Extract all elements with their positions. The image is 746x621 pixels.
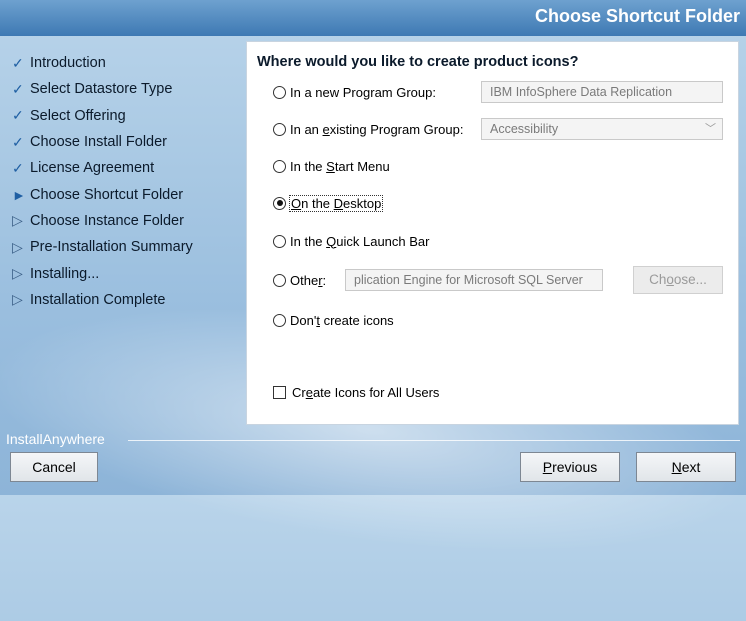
checkbox[interactable]: [273, 386, 286, 399]
radio-button[interactable]: [273, 313, 286, 327]
radio-button[interactable]: [273, 122, 286, 136]
next-button[interactable]: Next: [636, 452, 736, 482]
radio-button-selected[interactable]: [273, 196, 286, 210]
step-label: Choose Shortcut Folder: [30, 186, 184, 203]
check-icon: ✓: [12, 54, 24, 71]
radio-desktop[interactable]: On the Desktop: [273, 193, 384, 213]
installer-brand: InstallAnywhere: [6, 431, 105, 447]
content-panel: Where would you like to create product i…: [246, 41, 739, 425]
radio-label: Other:: [290, 272, 327, 288]
radio-quick-launch[interactable]: In the Quick Launch Bar: [273, 231, 430, 251]
radio-label: In an existing Program Group:: [290, 121, 464, 137]
radio-button[interactable]: [273, 85, 286, 99]
radio-button[interactable]: [273, 273, 286, 287]
radio-label: Don't create icons: [290, 312, 394, 328]
triangle-outline-icon: ▷: [12, 265, 23, 282]
radio-label: In the Start Menu: [290, 158, 390, 174]
triangle-outline-icon: ▷: [12, 238, 23, 255]
step-item: ▷ Installing...: [12, 260, 237, 286]
step-label: Installing...: [30, 265, 100, 282]
step-item: ✓ Select Offering: [12, 103, 237, 129]
panel-question: Where would you like to create product i…: [257, 54, 579, 70]
triangle-filled-icon: ►: [12, 186, 26, 203]
step-label: License Agreement: [30, 160, 155, 177]
step-label: Choose Instance Folder: [30, 212, 184, 229]
step-label: Select Datastore Type: [30, 81, 173, 98]
title-bar: Choose Shortcut Folder: [0, 0, 746, 36]
page-title: Choose Shortcut Folder: [534, 6, 740, 26]
step-item: ▷ Installation Complete: [12, 287, 237, 313]
check-icon: ✓: [12, 80, 24, 97]
steps-list: ✓ Introduction ✓ Select Datastore Type ✓ Se…: [12, 50, 237, 313]
previous-button[interactable]: Previous: [520, 452, 620, 482]
existing-program-group-dropdown[interactable]: Accessibility ﹀: [481, 118, 723, 140]
step-item: ✓ Select Datastore Type: [12, 76, 237, 102]
step-item-current: ► Choose Shortcut Folder: [12, 181, 237, 207]
step-item: ✓ License Agreement: [12, 155, 237, 181]
check-icon: ✓: [12, 159, 24, 176]
step-item: ✓ Choose Install Folder: [12, 129, 237, 155]
radio-dont-create[interactable]: Don't create icons: [273, 310, 394, 330]
other-location-field[interactable]: plication Engine for Microsoft SQL Serve…: [345, 269, 603, 291]
divider: [128, 440, 740, 441]
radio-button[interactable]: [273, 234, 286, 248]
step-label: Introduction: [30, 55, 106, 72]
checkbox-label: Create Icons for All Users: [292, 385, 440, 400]
new-program-group-field[interactable]: IBM InfoSphere Data Replication: [481, 81, 723, 103]
step-label: Select Offering: [30, 107, 126, 124]
choose-button[interactable]: Choose...: [633, 266, 723, 294]
radio-start-menu[interactable]: In the Start Menu: [273, 156, 390, 176]
step-label: Installation Complete: [30, 291, 166, 308]
radio-label: In the Quick Launch Bar: [290, 233, 430, 249]
checkbox-all-users[interactable]: Create Icons for All Users: [273, 385, 439, 400]
step-label: Choose Install Folder: [30, 134, 168, 151]
chevron-down-icon: ﹀: [705, 123, 716, 135]
radio-existing-program-group[interactable]: In an existing Program Group:: [273, 119, 463, 139]
radio-new-program-group[interactable]: In a new Program Group:: [273, 82, 436, 102]
dropdown-value: Accessibility: [490, 122, 559, 136]
check-icon: ✓: [12, 107, 24, 124]
step-item: ▷ Pre-Installation Summary: [12, 234, 237, 260]
radio-label: In a new Program Group:: [290, 84, 436, 100]
radio-other[interactable]: Other:: [273, 270, 326, 290]
radio-button[interactable]: [273, 159, 286, 173]
step-item: ✓ Introduction: [12, 50, 237, 76]
check-icon: ✓: [12, 133, 24, 150]
step-item: ▷ Choose Instance Folder: [12, 208, 237, 234]
triangle-outline-icon: ▷: [12, 212, 23, 229]
cancel-button[interactable]: Cancel: [10, 452, 98, 482]
step-label: Pre-Installation Summary: [30, 239, 193, 256]
radio-label: On the Desktop: [288, 194, 384, 212]
triangle-outline-icon: ▷: [12, 291, 23, 308]
